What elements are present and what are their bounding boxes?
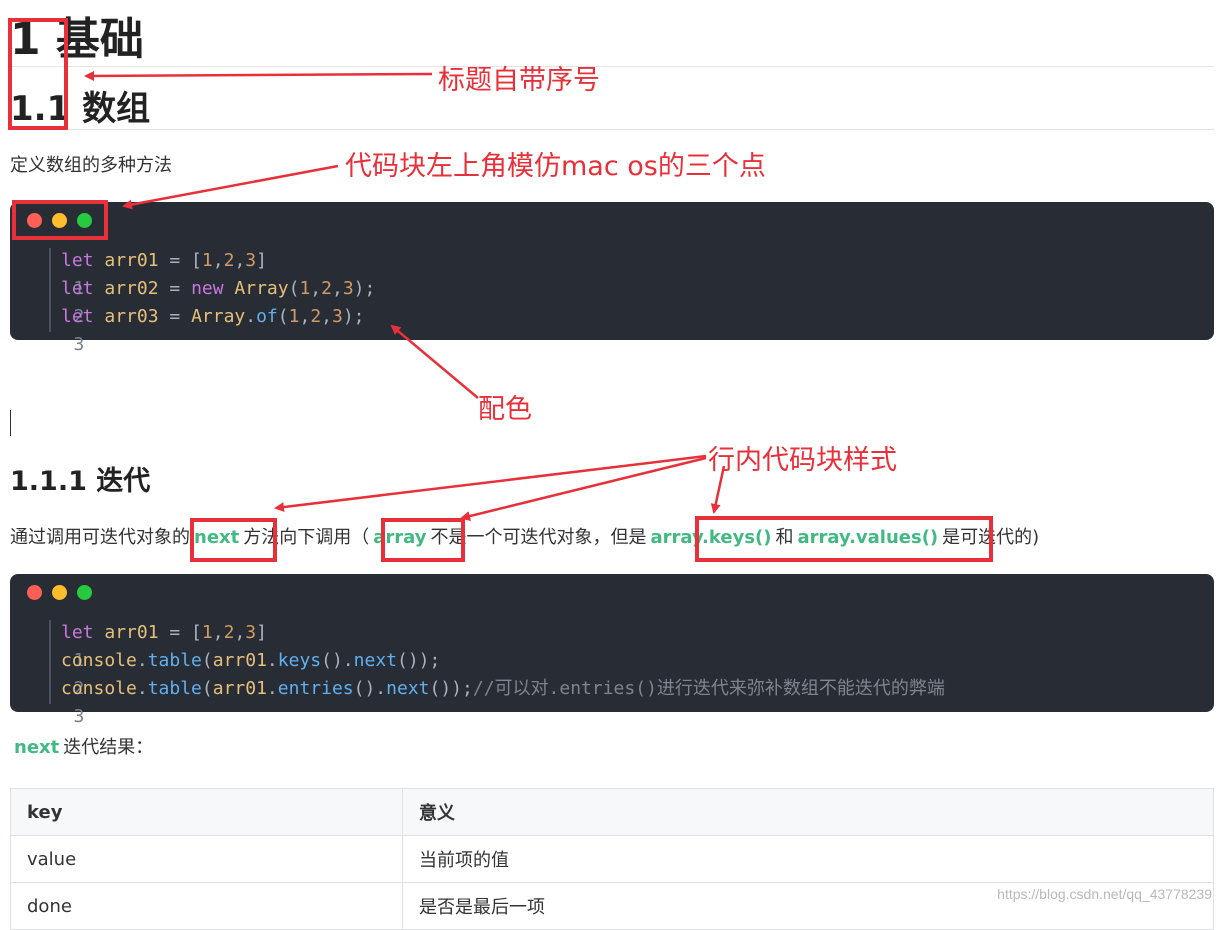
code-line: 1 let arr01 = [1,2,3] [10,247,267,299]
table-header-row: key 意义 [10,788,1214,836]
annotation-mac-dots-label: 代码块左上角模仿mac os的三个点 [345,151,766,182]
next-result-table: key 意义 value 当前项的值 done 是否是最后一项 [10,788,1214,930]
watermark: https://blog.csdn.net/qq_43778239 [997,886,1212,902]
line-number: 3 [73,334,85,355]
table-row: value 当前项的值 [10,835,1214,883]
code-line: 1 let arr01 = [1,2,3] [10,619,267,671]
line-number: 3 [73,706,85,727]
next-result-paragraph: next 迭代结果： [10,734,153,762]
table-cell: done [10,882,403,930]
mac-maximize-dot-icon [77,585,92,600]
annotation-box-next [190,518,277,562]
annotation-box-keys-values [695,516,993,562]
text-cursor [10,410,11,436]
arrow-inline-next [274,454,707,513]
annotation-box-array [381,518,465,562]
annotation-inline-code-label: 行内代码块样式 [708,445,897,476]
code-comment: //可以对.entries()进行迭代来弥补数组不能迭代的弊端 [472,678,945,699]
mac-close-dot-icon [27,585,42,600]
arrow-inline-array [460,456,707,521]
annotation-box-heading-number [8,18,68,130]
code-block-2[interactable]: 1 let arr01 = [1,2,3] 2 console.table(ar… [10,574,1214,727]
table-cell: 当前项的值 [402,835,1214,883]
table-cell: value [10,835,403,883]
code-line: 3 console.table(arr01.entries().next());… [10,675,945,727]
mac-minimize-dot-icon [52,585,67,600]
code-line: 2 console.table(arr01.keys().next()); [10,647,440,699]
arrow-heading-number [84,70,433,81]
text-segment: 通过调用可迭代对象的 [10,527,190,548]
code-block-1[interactable]: 1 let arr01 = [1,2,3] 2 let arr02 = new … [10,202,1214,355]
heading-1-divider [10,66,1214,67]
text-segment: 迭代结果： [63,737,154,758]
annotation-heading-number-label: 标题自带序号 [438,65,600,96]
inline-code-next: next [14,737,60,758]
heading-1-1-1: 1.1.1 迭代 [10,466,151,497]
table-header-meaning: 意义 [402,788,1214,836]
code-line: 3 let arr03 = Array.of(1,2,3); [10,303,365,355]
heading-2-divider [10,129,1214,130]
annotation-colors-label: 配色 [478,394,532,425]
table-header-key: key [10,788,403,836]
annotation-box-mac-dots [12,200,108,240]
code-line: 2 let arr02 = new Array(1,2,3); [10,275,375,327]
define-array-paragraph: 定义数组的多种方法 [10,155,172,176]
annotation-arrows [84,70,726,521]
